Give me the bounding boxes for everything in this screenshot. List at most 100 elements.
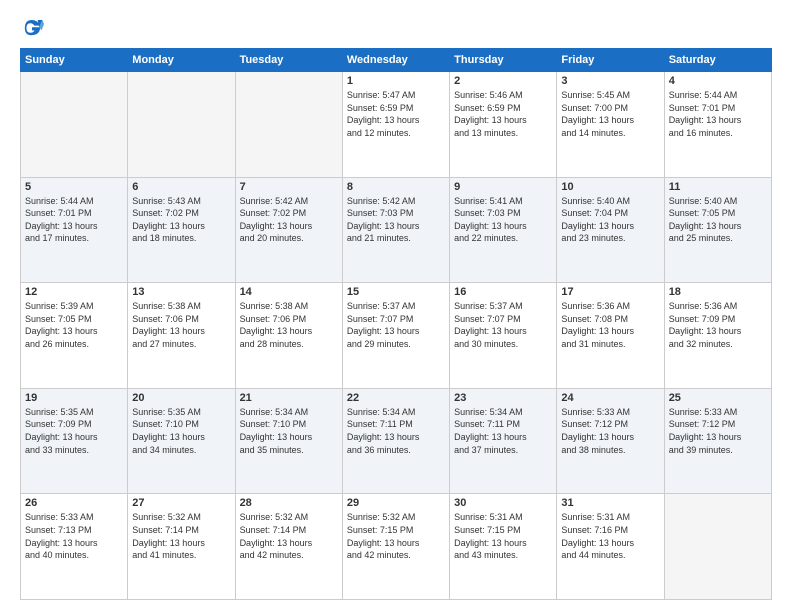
day-number: 1 xyxy=(347,75,445,87)
calendar-header-friday: Friday xyxy=(557,49,664,72)
day-number: 3 xyxy=(561,75,659,87)
day-number: 24 xyxy=(561,392,659,404)
day-number: 19 xyxy=(25,392,123,404)
logo-icon xyxy=(20,16,44,40)
calendar-cell: 22 Sunrise: 5:34 AM Sunset: 7:11 PM Dayli… xyxy=(342,388,449,494)
calendar-header-row: SundayMondayTuesdayWednesdayThursdayFrid… xyxy=(21,49,772,72)
day-number: 22 xyxy=(347,392,445,404)
day-number: 29 xyxy=(347,497,445,509)
calendar: SundayMondayTuesdayWednesdayThursdayFrid… xyxy=(20,48,772,600)
day-info: Sunrise: 5:33 AM Sunset: 7:13 PM Dayligh… xyxy=(25,511,123,561)
day-info: Sunrise: 5:46 AM Sunset: 6:59 PM Dayligh… xyxy=(454,89,552,139)
calendar-cell: 26 Sunrise: 5:33 AM Sunset: 7:13 PM Dayli… xyxy=(21,494,128,600)
day-number: 8 xyxy=(347,181,445,193)
calendar-cell: 17 Sunrise: 5:36 AM Sunset: 7:08 PM Dayli… xyxy=(557,283,664,389)
day-number: 6 xyxy=(132,181,230,193)
calendar-cell: 8 Sunrise: 5:42 AM Sunset: 7:03 PM Daylig… xyxy=(342,177,449,283)
day-info: Sunrise: 5:44 AM Sunset: 7:01 PM Dayligh… xyxy=(669,89,767,139)
calendar-week-2: 5 Sunrise: 5:44 AM Sunset: 7:01 PM Daylig… xyxy=(21,177,772,283)
calendar-cell xyxy=(235,72,342,178)
calendar-cell: 20Sunrise: 5:35 AM Sunset: 7:10 PM Dayli… xyxy=(128,388,235,494)
day-info: Sunrise: 5:41 AM Sunset: 7:03 PM Dayligh… xyxy=(454,195,552,245)
day-number: 12 xyxy=(25,286,123,298)
day-info: Sunrise: 5:42 AM Sunset: 7:02 PM Dayligh… xyxy=(240,195,338,245)
calendar-cell: 21 Sunrise: 5:34 AM Sunset: 7:10 PM Dayli… xyxy=(235,388,342,494)
day-info: Sunrise: 5:32 AM Sunset: 7:15 PM Dayligh… xyxy=(347,511,445,561)
calendar-cell: 4 Sunrise: 5:44 AM Sunset: 7:01 PM Daylig… xyxy=(664,72,771,178)
day-info: Sunrise: 5:44 AM Sunset: 7:01 PM Dayligh… xyxy=(25,195,123,245)
calendar-header-saturday: Saturday xyxy=(664,49,771,72)
calendar-header-thursday: Thursday xyxy=(450,49,557,72)
day-info: Sunrise: 5:33 AM Sunset: 7:12 PM Dayligh… xyxy=(561,406,659,456)
day-info: Sunrise: 5:40 AM Sunset: 7:04 PM Dayligh… xyxy=(561,195,659,245)
day-info: Sunrise: 5:36 AM Sunset: 7:09 PM Dayligh… xyxy=(669,300,767,350)
day-number: 28 xyxy=(240,497,338,509)
day-number: 21 xyxy=(240,392,338,404)
calendar-cell: 31 Sunrise: 5:31 AM Sunset: 7:16 PM Dayli… xyxy=(557,494,664,600)
day-number: 4 xyxy=(669,75,767,87)
day-info: Sunrise: 5:35 AM Sunset: 7:10 PM Dayligh… xyxy=(132,406,230,456)
calendar-cell: 24 Sunrise: 5:33 AM Sunset: 7:12 PM Dayli… xyxy=(557,388,664,494)
day-info: Sunrise: 5:32 AM Sunset: 7:14 PM Dayligh… xyxy=(132,511,230,561)
day-number: 27 xyxy=(132,497,230,509)
calendar-cell: 2 Sunrise: 5:46 AM Sunset: 6:59 PM Daylig… xyxy=(450,72,557,178)
calendar-cell: 7Sunrise: 5:42 AM Sunset: 7:02 PM Daylig… xyxy=(235,177,342,283)
day-info: Sunrise: 5:38 AM Sunset: 7:06 PM Dayligh… xyxy=(240,300,338,350)
calendar-cell xyxy=(21,72,128,178)
calendar-header-wednesday: Wednesday xyxy=(342,49,449,72)
calendar-cell: 25Sunrise: 5:33 AM Sunset: 7:12 PM Dayli… xyxy=(664,388,771,494)
day-number: 5 xyxy=(25,181,123,193)
day-number: 17 xyxy=(561,286,659,298)
day-info: Sunrise: 5:43 AM Sunset: 7:02 PM Dayligh… xyxy=(132,195,230,245)
calendar-header-monday: Monday xyxy=(128,49,235,72)
logo xyxy=(20,16,48,40)
day-info: Sunrise: 5:36 AM Sunset: 7:08 PM Dayligh… xyxy=(561,300,659,350)
day-number: 11 xyxy=(669,181,767,193)
calendar-cell: 28 Sunrise: 5:32 AM Sunset: 7:14 PM Dayli… xyxy=(235,494,342,600)
day-info: Sunrise: 5:40 AM Sunset: 7:05 PM Dayligh… xyxy=(669,195,767,245)
calendar-cell xyxy=(664,494,771,600)
day-info: Sunrise: 5:37 AM Sunset: 7:07 PM Dayligh… xyxy=(454,300,552,350)
calendar-header-tuesday: Tuesday xyxy=(235,49,342,72)
day-number: 13 xyxy=(132,286,230,298)
day-number: 18 xyxy=(669,286,767,298)
calendar-cell: 18 Sunrise: 5:36 AM Sunset: 7:09 PM Dayli… xyxy=(664,283,771,389)
calendar-cell: 9 Sunrise: 5:41 AM Sunset: 7:03 PM Daylig… xyxy=(450,177,557,283)
day-info: Sunrise: 5:31 AM Sunset: 7:16 PM Dayligh… xyxy=(561,511,659,561)
day-info: Sunrise: 5:31 AM Sunset: 7:15 PM Dayligh… xyxy=(454,511,552,561)
day-info: Sunrise: 5:33 AM Sunset: 7:12 PM Dayligh… xyxy=(669,406,767,456)
calendar-header-sunday: Sunday xyxy=(21,49,128,72)
calendar-cell: 30Sunrise: 5:31 AM Sunset: 7:15 PM Dayli… xyxy=(450,494,557,600)
day-info: Sunrise: 5:42 AM Sunset: 7:03 PM Dayligh… xyxy=(347,195,445,245)
day-info: Sunrise: 5:32 AM Sunset: 7:14 PM Dayligh… xyxy=(240,511,338,561)
calendar-cell: 27 Sunrise: 5:32 AM Sunset: 7:14 PM Dayli… xyxy=(128,494,235,600)
day-info: Sunrise: 5:39 AM Sunset: 7:05 PM Dayligh… xyxy=(25,300,123,350)
calendar-cell xyxy=(128,72,235,178)
calendar-cell: 23Sunrise: 5:34 AM Sunset: 7:11 PM Dayli… xyxy=(450,388,557,494)
calendar-week-3: 12 Sunrise: 5:39 AM Sunset: 7:05 PM Dayli… xyxy=(21,283,772,389)
calendar-cell: 5 Sunrise: 5:44 AM Sunset: 7:01 PM Daylig… xyxy=(21,177,128,283)
day-number: 10 xyxy=(561,181,659,193)
day-number: 2 xyxy=(454,75,552,87)
calendar-cell: 14Sunrise: 5:38 AM Sunset: 7:06 PM Dayli… xyxy=(235,283,342,389)
day-number: 9 xyxy=(454,181,552,193)
calendar-cell: 6 Sunrise: 5:43 AM Sunset: 7:02 PM Daylig… xyxy=(128,177,235,283)
page: SundayMondayTuesdayWednesdayThursdayFrid… xyxy=(0,0,792,612)
calendar-cell: 12 Sunrise: 5:39 AM Sunset: 7:05 PM Dayli… xyxy=(21,283,128,389)
calendar-week-4: 19 Sunrise: 5:35 AM Sunset: 7:09 PM Dayli… xyxy=(21,388,772,494)
day-info: Sunrise: 5:47 AM Sunset: 6:59 PM Dayligh… xyxy=(347,89,445,139)
calendar-cell: 10 Sunrise: 5:40 AM Sunset: 7:04 PM Dayli… xyxy=(557,177,664,283)
calendar-week-5: 26 Sunrise: 5:33 AM Sunset: 7:13 PM Dayli… xyxy=(21,494,772,600)
calendar-cell: 19 Sunrise: 5:35 AM Sunset: 7:09 PM Dayli… xyxy=(21,388,128,494)
calendar-cell: 16Sunrise: 5:37 AM Sunset: 7:07 PM Dayli… xyxy=(450,283,557,389)
day-info: Sunrise: 5:35 AM Sunset: 7:09 PM Dayligh… xyxy=(25,406,123,456)
day-number: 26 xyxy=(25,497,123,509)
day-number: 15 xyxy=(347,286,445,298)
day-info: Sunrise: 5:38 AM Sunset: 7:06 PM Dayligh… xyxy=(132,300,230,350)
day-info: Sunrise: 5:34 AM Sunset: 7:11 PM Dayligh… xyxy=(347,406,445,456)
header xyxy=(20,16,772,40)
day-number: 31 xyxy=(561,497,659,509)
calendar-week-1: 1 Sunrise: 5:47 AM Sunset: 6:59 PM Daylig… xyxy=(21,72,772,178)
day-info: Sunrise: 5:34 AM Sunset: 7:10 PM Dayligh… xyxy=(240,406,338,456)
calendar-cell: 3Sunrise: 5:45 AM Sunset: 7:00 PM Daylig… xyxy=(557,72,664,178)
